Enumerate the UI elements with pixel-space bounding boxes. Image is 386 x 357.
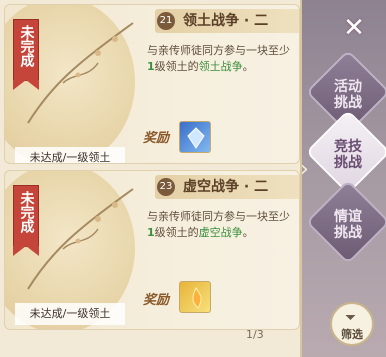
filter-label: 筛选 bbox=[341, 328, 363, 341]
tab-label: 情谊挑战 bbox=[334, 208, 362, 241]
quest-description: 与亲传师徒同方参与一块至少1级领土的领土战争。 bbox=[147, 44, 290, 73]
quest-title-bar: 23 虚空战争 · 二 bbox=[155, 175, 299, 199]
page-indicator: 1/3 bbox=[246, 328, 264, 341]
quest-title-bar: 21 领土战争 · 二 bbox=[155, 9, 299, 33]
tab-friendship-challenge[interactable]: 情谊挑战 bbox=[305, 179, 386, 265]
quest-number-badge: 23 bbox=[157, 178, 175, 196]
requirement-status: 未达成/一级领土 bbox=[15, 147, 125, 163]
close-button[interactable]: ✕ bbox=[340, 14, 368, 42]
requirement-status: 未达成/一级领土 bbox=[15, 303, 125, 325]
reward-label: 奖励 bbox=[143, 293, 170, 308]
reward-label: 奖励 bbox=[143, 131, 170, 146]
quest-title: 虚空战争 · 二 bbox=[183, 179, 269, 195]
quest-number-badge: 21 bbox=[157, 12, 175, 30]
quest-card[interactable]: 未完成 未达成/一级领土 21 领土战争 · 二 与亲传师徒同方参与一块至少1级… bbox=[4, 4, 300, 164]
quest-panel: 未完成 未达成/一级领土 21 领土战争 · 二 与亲传师徒同方参与一块至少1级… bbox=[0, 0, 302, 357]
blossom-branch-art bbox=[27, 22, 134, 124]
status-ribbon: 未完成 bbox=[13, 185, 39, 256]
quest-card[interactable]: 未完成 未达成/一级领土 23 虚空战争 · 二 与亲传师徒同方参与一块至少1级… bbox=[4, 170, 300, 330]
tab-label: 竞技挑战 bbox=[334, 138, 362, 171]
crystal-icon bbox=[187, 127, 205, 149]
quest-title: 领土战争 · 二 bbox=[183, 13, 269, 29]
filter-button[interactable]: ⏷ 筛选 bbox=[330, 302, 374, 346]
blossom-branch-art bbox=[27, 188, 134, 290]
status-ribbon: 未完成 bbox=[13, 19, 39, 90]
reward-item-icon[interactable] bbox=[179, 121, 211, 153]
flame-icon bbox=[192, 287, 202, 309]
reward-item-icon[interactable] bbox=[179, 281, 211, 313]
quest-description: 与亲传师徒同方参与一块至少1级领土的虚空战争。 bbox=[147, 210, 290, 239]
filter-icon: ⏷ bbox=[345, 310, 357, 326]
